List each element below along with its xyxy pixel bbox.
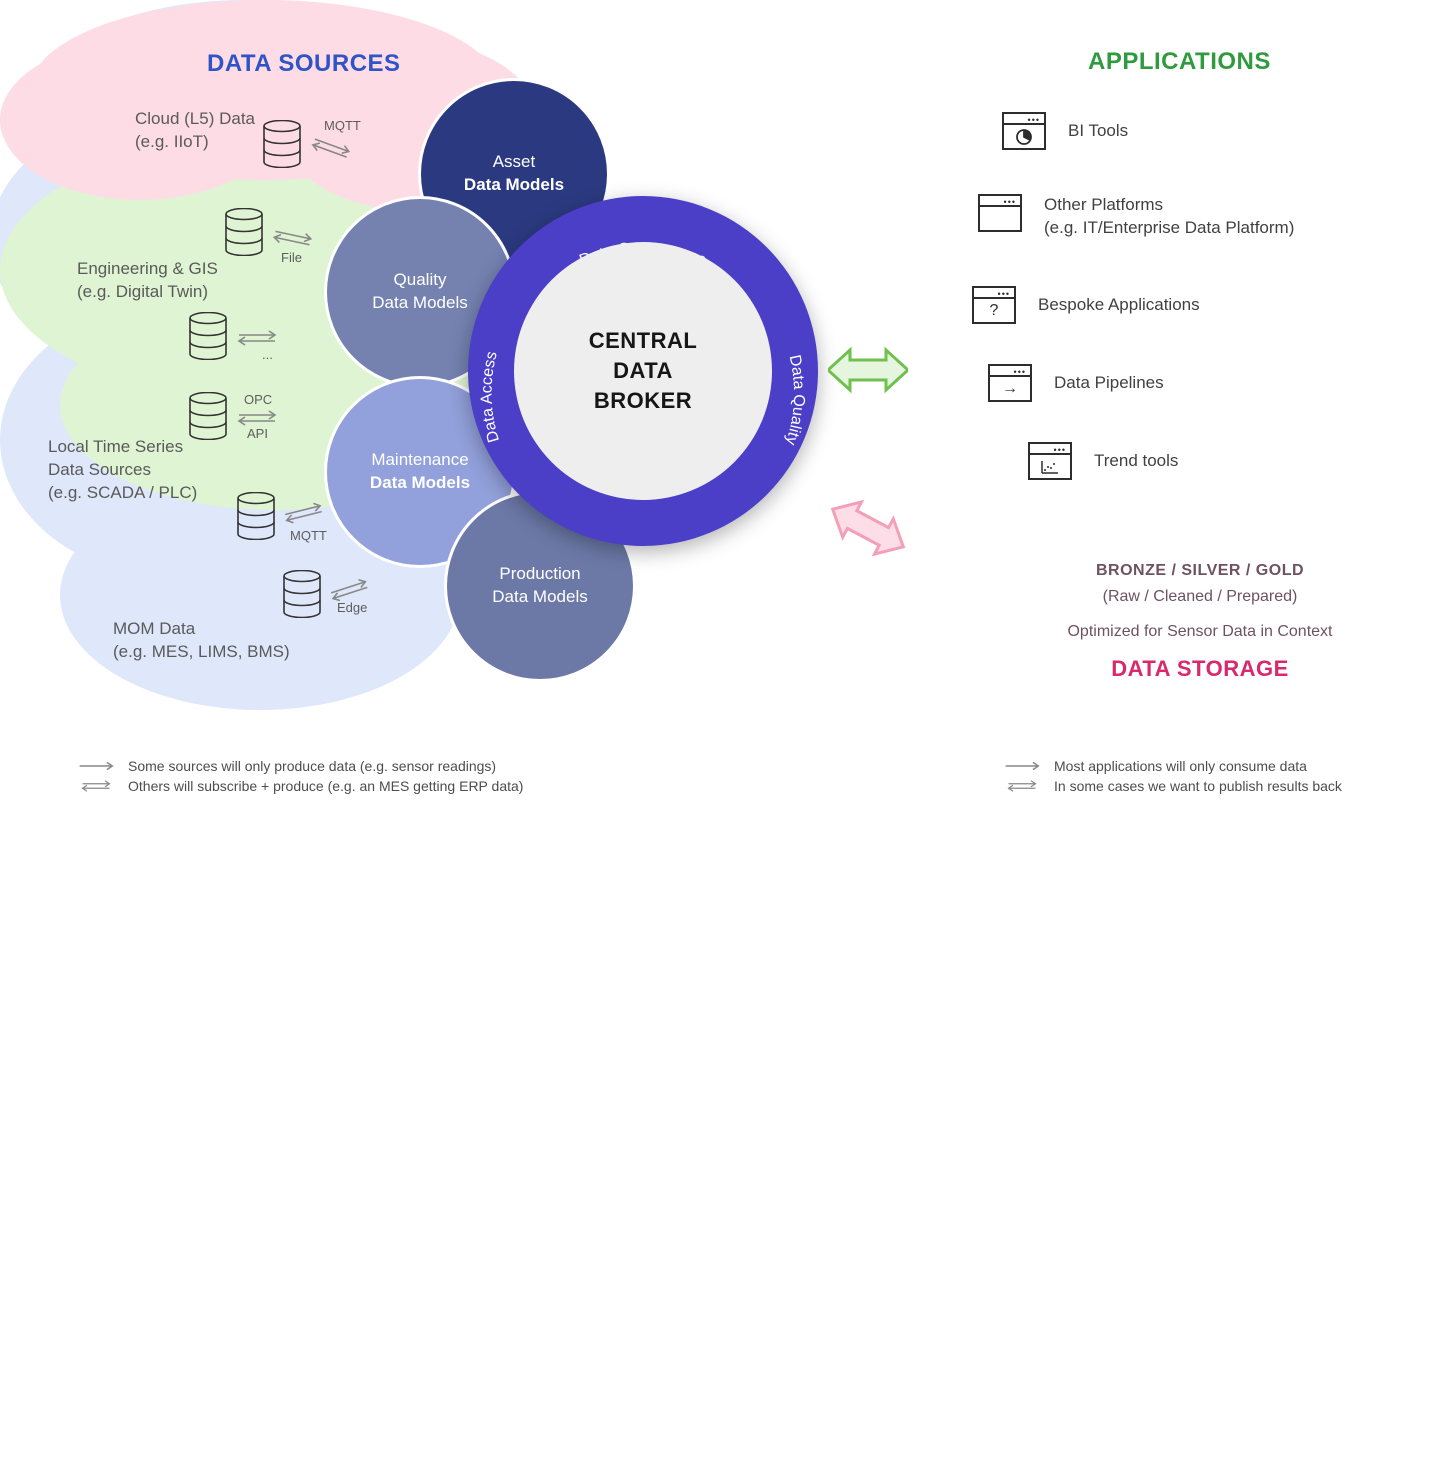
app-trend-label: Trend tools [1094, 451, 1178, 471]
center-l2: DATA [613, 358, 673, 383]
apps-cloud [0, 720, 540, 1240]
src0-l2: (e.g. IIoT) [135, 132, 209, 151]
apps-title: APPLICATIONS [1088, 48, 1271, 76]
src-cloud-label: Cloud (L5) Data (e.g. IIoT) [135, 108, 255, 154]
app-window-icon: ••• [1028, 442, 1072, 480]
database-icon [262, 120, 302, 168]
app-window-icon: •••→ [988, 364, 1032, 402]
big-arrow-green [828, 340, 908, 405]
petal-quality-l1: Quality [394, 270, 447, 289]
petal-production-l2: Data Models [492, 587, 587, 606]
storage-tiers-sub: (Raw / Cleaned / Prepared) [1040, 584, 1360, 610]
src2-l2: Data Sources [48, 460, 151, 479]
storage-optimized: Optimized for Sensor Data in Context [1040, 619, 1360, 645]
big-arrow-pink [828, 498, 908, 563]
petal-asset-l1: Asset [493, 152, 536, 171]
proto-file: File [281, 250, 302, 265]
legend-src1-text: Some sources will only produce data (e.g… [128, 758, 496, 774]
legend-src2-text: Others will subscribe + produce (e.g. an… [128, 778, 523, 794]
database-icon [224, 208, 264, 256]
database-icon [236, 492, 276, 540]
proto-mqtt2: MQTT [290, 528, 327, 543]
src2-l1: Local Time Series [48, 437, 183, 456]
legend-app2: In some cases we want to publish results… [1002, 778, 1342, 794]
app-bi: ••• BI Tools [1002, 112, 1128, 150]
app-window-icon: ••• [978, 194, 1022, 232]
sources-title: DATA SOURCES [207, 50, 401, 78]
proto-api: API [247, 426, 268, 441]
src1-l1: Engineering & GIS [77, 259, 218, 278]
app-window-icon: ••• [1002, 112, 1046, 150]
storage-cloud [0, 1240, 550, 1460]
legend-src1: Some sources will only produce data (e.g… [76, 758, 496, 774]
app-bespoke-label: Bespoke Applications [1038, 295, 1200, 315]
storage-db-icon [968, 578, 1012, 637]
app-pipelines: •••→ Data Pipelines [988, 364, 1164, 402]
storage-title: DATA STORAGE [1040, 651, 1360, 686]
storage-text: BRONZE / SILVER / GOLD (Raw / Cleaned / … [1040, 558, 1360, 686]
src1-l2: (e.g. Digital Twin) [77, 282, 208, 301]
svg-text:Data Quality: Data Quality [782, 353, 807, 447]
petal-maintenance-l1: Maintenance [371, 450, 468, 469]
app-other-label: Other Platforms [1044, 195, 1163, 214]
src3-l2: (e.g. MES, LIMS, BMS) [113, 642, 290, 661]
proto-etc: ... [262, 347, 273, 362]
src-ts-label: Local Time Series Data Sources (e.g. SCA… [48, 436, 197, 505]
legend-src2: Others will subscribe + produce (e.g. an… [76, 778, 523, 794]
database-icon [188, 392, 228, 440]
legend-app1: Most applications will only consume data [1002, 758, 1307, 774]
app-other: ••• Other Platforms (e.g. IT/Enterprise … [978, 194, 1294, 240]
app-trend: ••• Trend tools [1028, 442, 1178, 480]
central-label: CENTRAL DATA BROKER [514, 242, 772, 500]
proto-edge: Edge [337, 600, 367, 615]
legend-app1-text: Most applications will only consume data [1054, 758, 1307, 774]
src0-l1: Cloud (L5) Data [135, 109, 255, 128]
database-icon [282, 570, 322, 618]
center-l1: CENTRAL [589, 328, 698, 353]
app-bespoke: •••? Bespoke Applications [972, 286, 1200, 324]
ring-right-label: Data Quality [782, 353, 807, 447]
src-eng-label: Engineering & GIS (e.g. Digital Twin) [77, 258, 218, 304]
app-bi-label: BI Tools [1068, 121, 1128, 141]
center-l3: BROKER [594, 388, 692, 413]
petal-production-l1: Production [499, 564, 580, 583]
app-pipelines-label: Data Pipelines [1054, 373, 1164, 393]
central-ring: Data Governance Data Access Data Quality… [468, 196, 818, 546]
ring-left-label: Data Access [478, 350, 503, 445]
legend-app2-text: In some cases we want to publish results… [1054, 778, 1342, 794]
src3-l1: MOM Data [113, 619, 195, 638]
database-icon [188, 312, 228, 360]
app-other-sub: (e.g. IT/Enterprise Data Platform) [1044, 218, 1294, 237]
src2-l3: (e.g. SCADA / PLC) [48, 483, 197, 502]
src-mom-label: MOM Data (e.g. MES, LIMS, BMS) [113, 618, 290, 664]
app-window-icon: •••? [972, 286, 1016, 324]
storage-tiers: BRONZE / SILVER / GOLD [1040, 558, 1360, 584]
svg-text:Data Access: Data Access [478, 350, 503, 445]
petal-asset-l2: Data Models [464, 175, 564, 194]
petal-quality-l2: Data Models [372, 293, 467, 312]
petal-maintenance-l2: Data Models [370, 473, 470, 492]
proto-mqtt: MQTT [324, 118, 361, 133]
proto-opc: OPC [244, 392, 272, 407]
